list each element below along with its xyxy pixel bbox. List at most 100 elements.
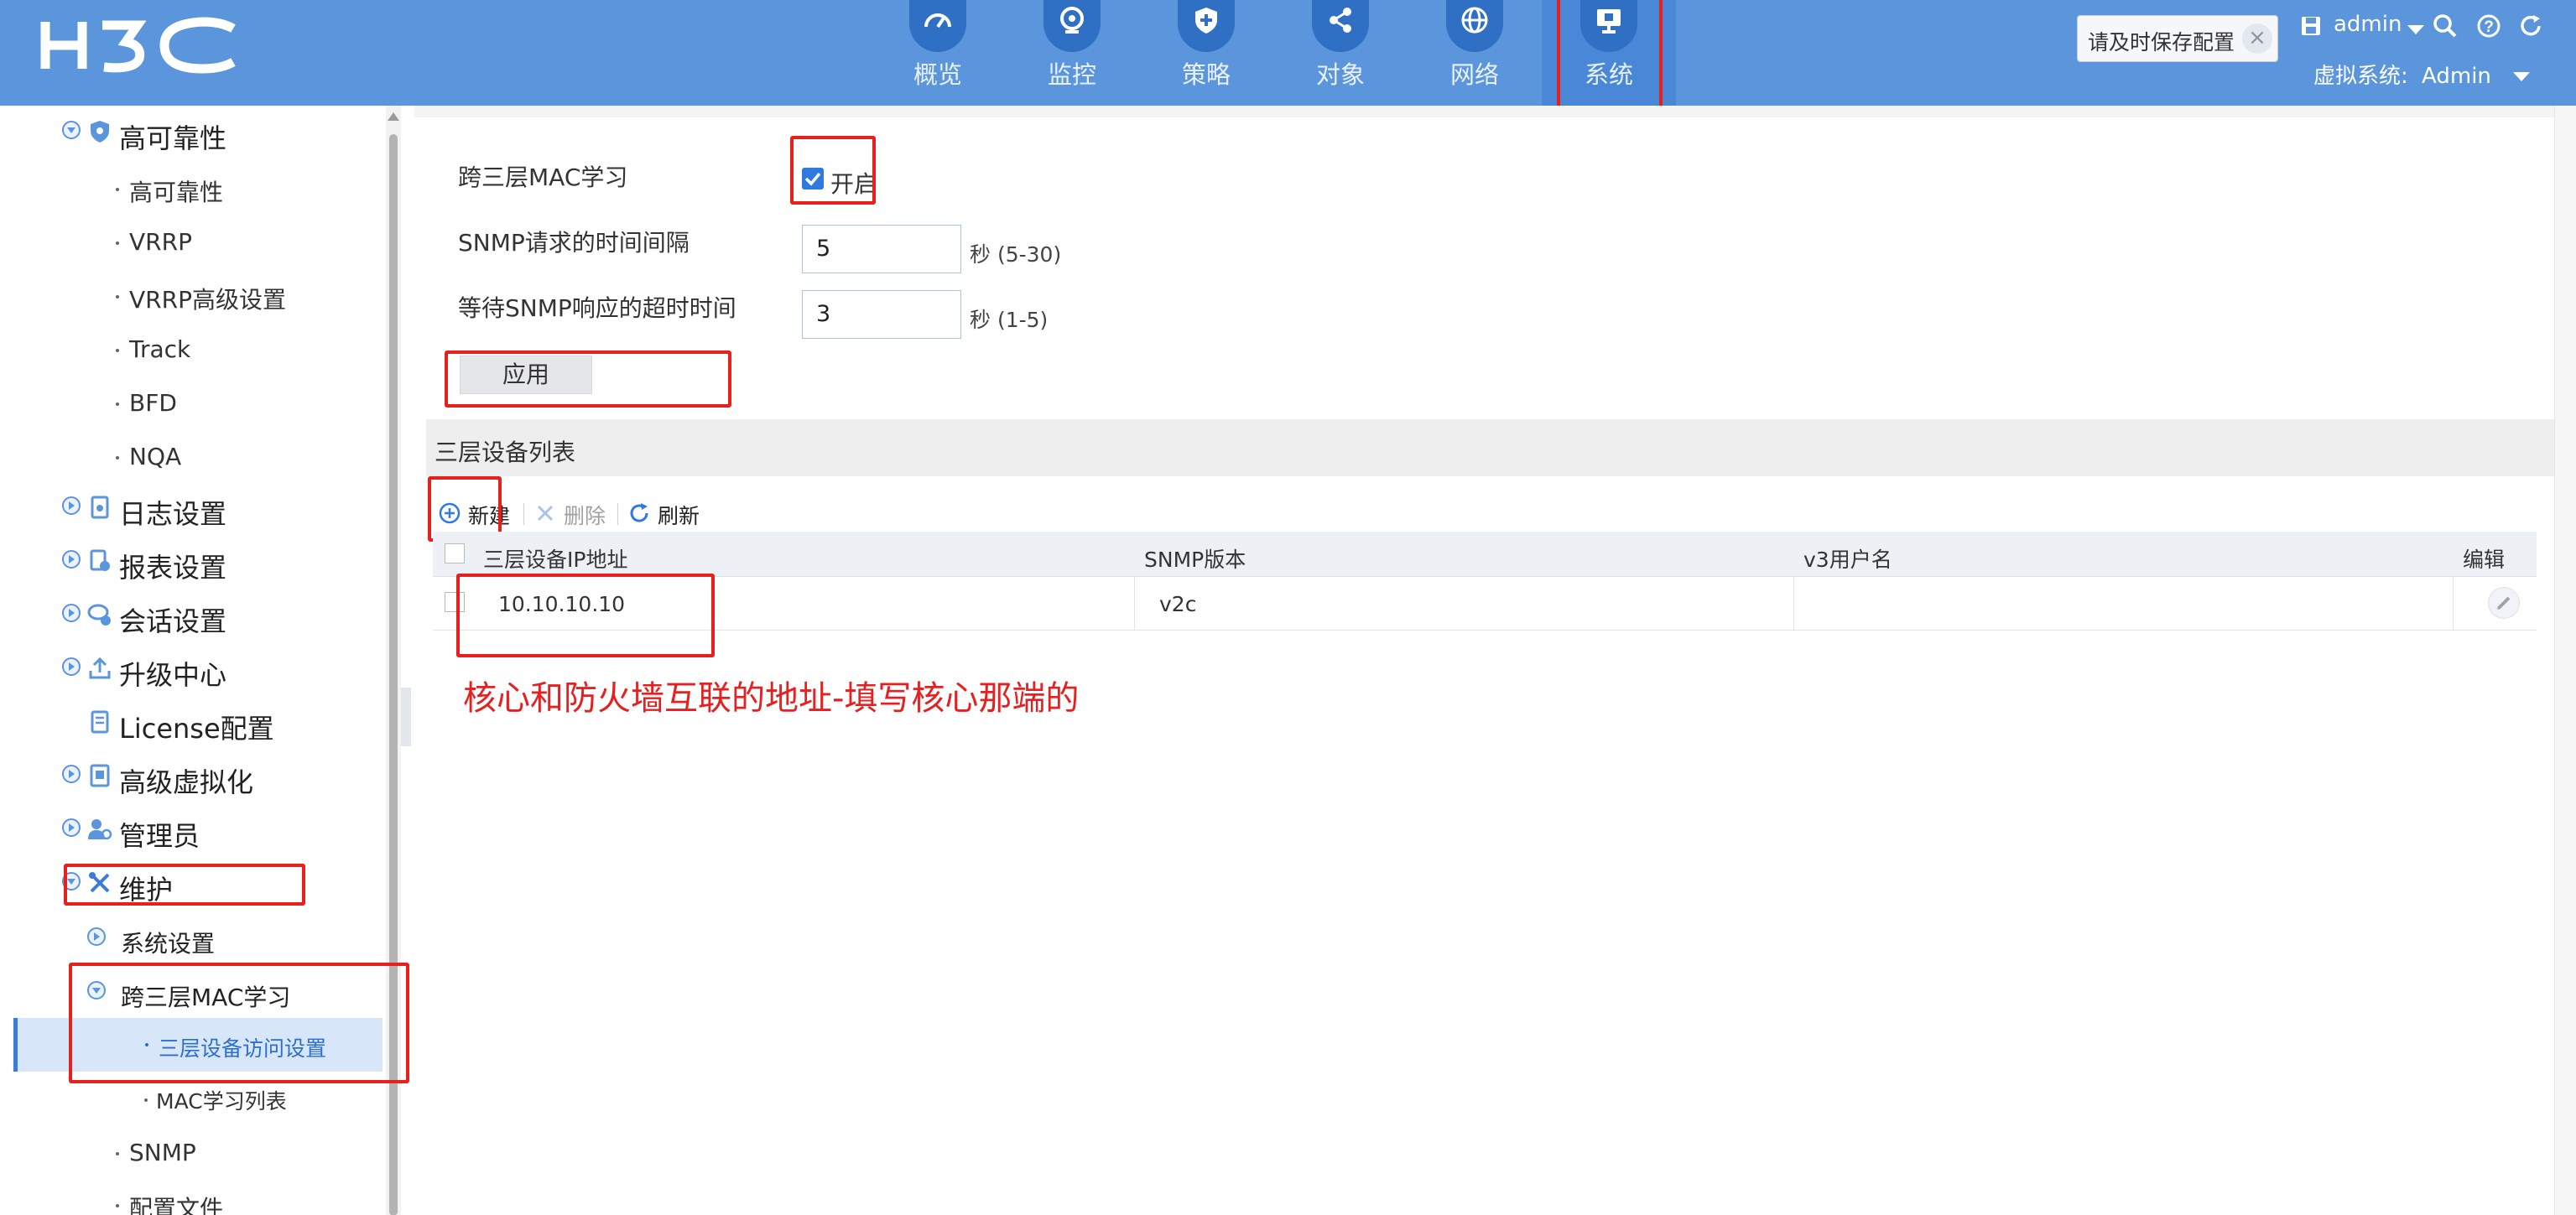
sidebar-item-track[interactable]: Track: [111, 325, 379, 374]
highlight-maintenance: [64, 864, 305, 906]
sidebar-group-ha[interactable]: 高可靠性: [62, 109, 381, 159]
sidebar-item-snmp[interactable]: SNMP: [111, 1129, 379, 1177]
sidebar-group-admin[interactable]: 管理员: [62, 807, 381, 857]
shield-icon: [91, 121, 109, 143]
virtual-system-label: 虚拟系统:: [2313, 64, 2408, 89]
close-icon[interactable]: ×: [2242, 23, 2272, 54]
select-all-checkbox[interactable]: [445, 543, 465, 563]
expand-icon[interactable]: [87, 927, 106, 946]
column-v3-user[interactable]: v3用户名: [1803, 543, 1892, 574]
main-content: [414, 106, 2576, 1215]
snmp-timeout-unit: 秒 (1-5): [970, 308, 1049, 332]
toolbar-separator: [523, 503, 524, 525]
nav-monitor[interactable]: 监控: [1005, 0, 1139, 106]
sidebar-item-system-settings[interactable]: 系统设置: [87, 916, 381, 966]
nav-overview[interactable]: 概览: [871, 0, 1005, 106]
column-snmp-version[interactable]: SNMP版本: [1144, 543, 1246, 574]
nav-overview-label: 概览: [913, 60, 962, 89]
expand-icon[interactable]: [62, 550, 81, 569]
refresh-button[interactable]: 刷新: [627, 500, 711, 528]
sidebar-item-config-file[interactable]: 配置文件: [111, 1181, 379, 1215]
chevron-down-icon[interactable]: [2407, 25, 2424, 34]
sidebar-group-label: License配置: [119, 713, 274, 745]
highlight-apply: [445, 350, 731, 408]
user-menu[interactable]: admin: [2334, 12, 2402, 37]
device-table-header: 三层设备IP地址 SNMP版本 v3用户名 编辑: [433, 532, 2537, 577]
sidebar-group-license[interactable]: License配置: [62, 699, 381, 750]
bullet-icon: [116, 1204, 119, 1207]
delete-x-icon: [537, 505, 554, 522]
sidebar-item-nqa[interactable]: NQA: [111, 433, 379, 481]
shield-plus-icon: [1178, 0, 1235, 52]
column-edit: 编辑: [2463, 548, 2506, 572]
expand-icon[interactable]: [62, 121, 81, 139]
sidebar-item-label: Track: [129, 335, 191, 363]
log-icon: [91, 496, 109, 519]
nav-policy-label: 策略: [1181, 60, 1231, 89]
sidebar-group-upgrade[interactable]: 升级中心: [62, 646, 381, 696]
highlight-enable: [790, 136, 876, 205]
sidebar-item-label: MAC学习列表: [156, 1089, 287, 1114]
h3c-logo: [40, 17, 236, 74]
refresh-icon: [630, 503, 648, 522]
cell-divider: [1793, 577, 1794, 631]
bullet-icon: [116, 456, 119, 460]
save-icon[interactable]: [2300, 15, 2322, 37]
snmp-interval-input[interactable]: 5: [802, 225, 961, 273]
refresh-icon[interactable]: [2518, 13, 2543, 39]
license-icon: [91, 710, 109, 734]
sidebar-item-ha[interactable]: 高可靠性: [111, 164, 379, 213]
device-list-title: 三层设备列表: [435, 439, 576, 466]
scroll-up-icon[interactable]: [388, 112, 399, 121]
nav-policy[interactable]: 策略: [1139, 0, 1273, 106]
share-nodes-icon: [1312, 0, 1369, 52]
sidebar-item-label: 系统设置: [121, 930, 216, 958]
sidebar-collapse-handle[interactable]: [401, 688, 411, 746]
main-scrollbar[interactable]: [2554, 106, 2576, 1215]
expand-icon[interactable]: [62, 496, 81, 515]
nav-network[interactable]: 网络: [1408, 0, 1542, 106]
sidebar-item-label: SNMP: [129, 1139, 196, 1166]
expand-icon[interactable]: [62, 604, 81, 622]
sidebar-group-log[interactable]: 日志设置: [62, 485, 381, 535]
help-icon[interactable]: ?: [2476, 13, 2501, 39]
snmp-timeout-input[interactable]: 3: [802, 290, 961, 339]
sidebar-group-label: 高可靠性: [119, 122, 227, 154]
bullet-icon: [116, 295, 119, 299]
expand-icon[interactable]: [62, 818, 81, 837]
sidebar-group-session[interactable]: 会话设置: [62, 592, 381, 642]
bullet-icon: [144, 1098, 148, 1102]
snmp-interval-unit: 秒 (5-30): [970, 242, 1062, 267]
sidebar-item-label: NQA: [129, 443, 182, 470]
nav-monitor-label: 监控: [1047, 60, 1096, 89]
highlight-ip-cell: [456, 574, 715, 657]
bullet-icon: [116, 349, 119, 352]
search-icon[interactable]: [2433, 13, 2458, 39]
delete-button[interactable]: 删除: [533, 500, 609, 528]
pencil-icon: [2497, 596, 2511, 610]
cell-snmp-version: v2c: [1159, 592, 1197, 616]
save-tip-text: 请及时保存配置: [2088, 30, 2235, 55]
expand-icon[interactable]: [62, 765, 81, 783]
virtual-system-selector[interactable]: 虚拟系统: Admin: [2313, 59, 2531, 90]
sidebar-group-report[interactable]: 报表设置: [62, 538, 381, 589]
expand-icon[interactable]: [62, 657, 81, 676]
bullet-icon: [116, 1152, 119, 1155]
column-ip[interactable]: 三层设备IP地址: [483, 543, 627, 574]
sidebar-item-bfd[interactable]: BFD: [111, 379, 379, 428]
sidebar-group-virtualization[interactable]: 高级虚拟化: [62, 753, 381, 803]
cell-divider: [1134, 577, 1135, 631]
sidebar-group-label: 会话设置: [119, 605, 227, 637]
virtualization-icon: [90, 764, 110, 787]
save-config-tip: 请及时保存配置 ×: [2077, 15, 2278, 62]
sidebar-group-label: 管理员: [119, 820, 200, 852]
sidebar-item-label: BFD: [129, 389, 177, 417]
top-bar: 概览 监控 策略 对象 网络 系统 请及时保存配置 × admin ? 虚拟系统…: [0, 0, 2576, 106]
edit-icon[interactable]: [2488, 587, 2520, 619]
refresh-label: 刷新: [658, 504, 700, 528]
nav-object[interactable]: 对象: [1273, 0, 1408, 106]
sidebar-item-vrrp[interactable]: VRRP: [111, 218, 379, 267]
sidebar-item-label: 高可靠性: [129, 179, 224, 206]
sidebar-item-vrrp-advanced[interactable]: VRRP高级设置: [111, 272, 379, 320]
table-row[interactable]: 10.10.10.10 v2c: [433, 577, 2537, 631]
